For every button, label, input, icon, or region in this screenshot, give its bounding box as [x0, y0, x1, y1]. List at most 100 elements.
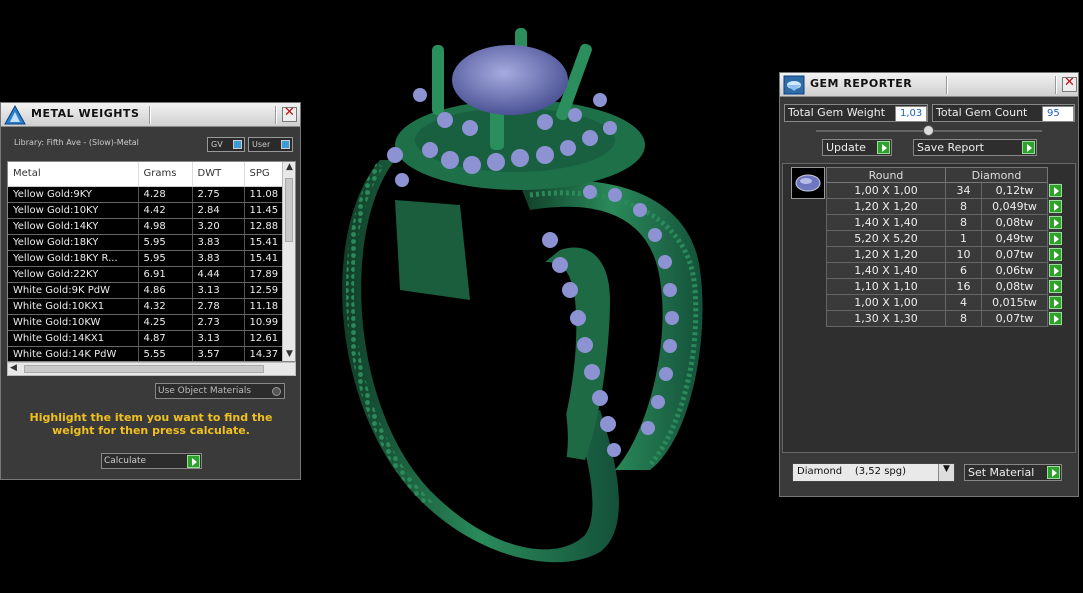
column-header-dwt[interactable]: DWT: [192, 162, 245, 187]
titlebar-divider: [946, 76, 948, 94]
gem-reporter-title: GEM REPORTER: [810, 77, 913, 90]
titlebar-divider: [275, 106, 277, 124]
gem-reporter-titlebar[interactable]: GEM REPORTER ✕: [780, 73, 1078, 97]
go-arrow-icon[interactable]: [1049, 199, 1062, 213]
gem-select-cell: [1047, 294, 1062, 311]
scroll-down-icon[interactable]: ▼: [283, 349, 295, 361]
gem-select-cell: [1047, 262, 1062, 279]
gem-row[interactable]: 1,00 X 1,00 34 0,12tw: [826, 182, 1062, 199]
dwt-cell: 3.57: [192, 346, 245, 361]
scrollbar-thumb[interactable]: [285, 178, 293, 242]
table-row[interactable]: White Gold:14K PdW 5.55 3.57 14.37: [8, 346, 295, 361]
table-row[interactable]: Yellow Gold:22KY 6.91 4.44 17.89: [8, 266, 295, 283]
table-row[interactable]: Yellow Gold:14KY 4.98 3.20 12.88: [8, 218, 295, 235]
chevron-down-icon[interactable]: ▼: [938, 464, 954, 481]
gem-count-cell: 10: [945, 246, 982, 263]
gv-toggle-label: GV: [211, 140, 223, 149]
go-arrow-icon[interactable]: [1049, 215, 1062, 229]
use-object-materials-option[interactable]: Use Object Materials: [155, 383, 285, 399]
go-arrow-icon[interactable]: [1049, 263, 1062, 277]
metal-cell: White Gold:10KW: [8, 314, 139, 331]
set-material-button[interactable]: Set Material: [964, 464, 1062, 481]
go-arrow-icon[interactable]: [1047, 466, 1060, 479]
total-gem-count-label: Total Gem Count: [936, 106, 1028, 119]
calculate-label: Calculate: [104, 456, 147, 466]
metal-table-vertical-scrollbar[interactable]: ▲ ▼: [282, 162, 295, 361]
radio-icon[interactable]: [272, 387, 281, 396]
column-header-metal[interactable]: Metal: [8, 162, 139, 187]
gem-row[interactable]: 1,10 X 1,10 16 0,08tw: [826, 278, 1062, 295]
round-gem-thumbnail[interactable]: [791, 167, 825, 199]
metal-weights-titlebar[interactable]: METAL WEIGHTS ✕: [1, 103, 300, 127]
table-row[interactable]: White Gold:9K PdW 4.86 3.13 12.59: [8, 282, 295, 299]
gem-size-cell: 1,10 X 1,10: [826, 278, 946, 295]
go-arrow-icon[interactable]: [1022, 141, 1035, 154]
dwt-cell: 4.44: [192, 266, 245, 283]
gem-list-area: Round Diamond 1,00 X 1,00 34 0,12tw 1,20 X …: [782, 163, 1076, 453]
dwt-cell: 3.83: [192, 234, 245, 251]
gem-size-cell: 1,40 X 1,40: [826, 214, 946, 231]
total-gem-weight-value: 1,03: [895, 106, 927, 122]
gem-row[interactable]: 1,30 X 1,30 8 0,07tw: [826, 310, 1062, 327]
round-diamond-icon: [795, 174, 821, 192]
table-row[interactable]: White Gold:10KW 4.25 2.73 10.99: [8, 314, 295, 331]
calculate-button[interactable]: Calculate: [101, 453, 202, 469]
material-header: Diamond: [945, 167, 1048, 183]
gem-row[interactable]: 5,20 X 5,20 1 0,49tw: [826, 230, 1062, 247]
go-arrow-icon[interactable]: [187, 455, 200, 468]
metal-cell: Yellow Gold:9KY: [8, 186, 139, 203]
update-button[interactable]: Update: [822, 139, 892, 156]
gem-weight-cell: 0,049tw: [981, 198, 1048, 215]
dwt-cell: 2.75: [192, 186, 245, 203]
table-row[interactable]: Yellow Gold:18KY 5.95 3.83 15.41: [8, 234, 295, 251]
toggle-knob-icon: [281, 140, 290, 149]
user-toggle[interactable]: User: [248, 137, 293, 152]
shape-header: Round: [826, 167, 946, 183]
scroll-up-icon[interactable]: ▲: [283, 162, 295, 176]
grams-cell: 4.25: [138, 314, 193, 331]
set-material-label: Set Material: [968, 466, 1035, 479]
gem-weight-cell: 0,08tw: [981, 278, 1048, 295]
table-row[interactable]: Yellow Gold:10KY 4.42 2.84 11.45: [8, 202, 295, 219]
table-row[interactable]: Yellow Gold:9KY 4.28 2.75 11.08: [8, 186, 295, 203]
gem-row[interactable]: 1,40 X 1,40 6 0,06tw: [826, 262, 1062, 279]
save-report-button[interactable]: Save Report: [913, 139, 1037, 156]
metal-weights-table: Metal Grams DWT SPG Yellow Gold:9KY 4.28 2…: [8, 162, 295, 361]
dwt-cell: 3.20: [192, 218, 245, 235]
grams-cell: 6.91: [138, 266, 193, 283]
metal-weights-panel: METAL WEIGHTS ✕ Library: Fifth Ave - (Sl…: [0, 102, 301, 480]
go-arrow-icon[interactable]: [1049, 311, 1062, 325]
gem-size-cell: 1,30 X 1,30: [826, 310, 946, 327]
gem-row[interactable]: 1,20 X 1,20 10 0,07tw: [826, 246, 1062, 263]
gem-count-cell: 6: [945, 262, 982, 279]
table-row[interactable]: White Gold:14KX1 4.87 3.13 12.61: [8, 330, 295, 347]
scroll-left-icon[interactable]: ◀: [10, 363, 17, 373]
go-arrow-icon[interactable]: [1049, 247, 1062, 261]
close-icon[interactable]: ✕: [1062, 75, 1077, 92]
close-icon[interactable]: ✕: [282, 105, 297, 122]
gem-reporter-logo-icon: [783, 75, 805, 95]
gv-toggle[interactable]: GV: [207, 137, 245, 152]
table-row[interactable]: White Gold:10KX1 4.32 2.78 11.18: [8, 298, 295, 315]
go-arrow-icon[interactable]: [877, 141, 890, 154]
go-arrow-icon[interactable]: [1049, 279, 1062, 293]
gem-count-cell: 1: [945, 230, 982, 247]
go-arrow-icon[interactable]: [1049, 231, 1062, 245]
gem-row[interactable]: 1,00 X 1,00 4 0,015tw: [826, 294, 1062, 311]
grams-cell: 4.42: [138, 202, 193, 219]
gem-size-cell: 1,00 X 1,00: [826, 182, 946, 199]
column-header-grams[interactable]: Grams: [138, 162, 193, 187]
go-arrow-icon[interactable]: [1049, 183, 1062, 197]
material-select[interactable]: Diamond (3,52 spg) ▼: [792, 463, 955, 482]
metal-table-container: Metal Grams DWT SPG Yellow Gold:9KY 4.28 2…: [7, 161, 296, 362]
dwt-cell: 2.84: [192, 202, 245, 219]
scrollbar-thumb[interactable]: [24, 365, 264, 373]
gem-weight-cell: 0,49tw: [981, 230, 1048, 247]
metal-table-horizontal-scrollbar[interactable]: ◀: [7, 362, 296, 376]
go-arrow-icon[interactable]: [1049, 295, 1062, 309]
metal-cell: Yellow Gold:22KY: [8, 266, 139, 283]
size-slider-knob[interactable]: [923, 125, 934, 136]
gem-row[interactable]: 1,40 X 1,40 8 0,08tw: [826, 214, 1062, 231]
gem-row[interactable]: 1,20 X 1,20 8 0,049tw: [826, 198, 1062, 215]
table-row[interactable]: Yellow Gold:18KY R... 5.95 3.83 15.41: [8, 250, 295, 267]
